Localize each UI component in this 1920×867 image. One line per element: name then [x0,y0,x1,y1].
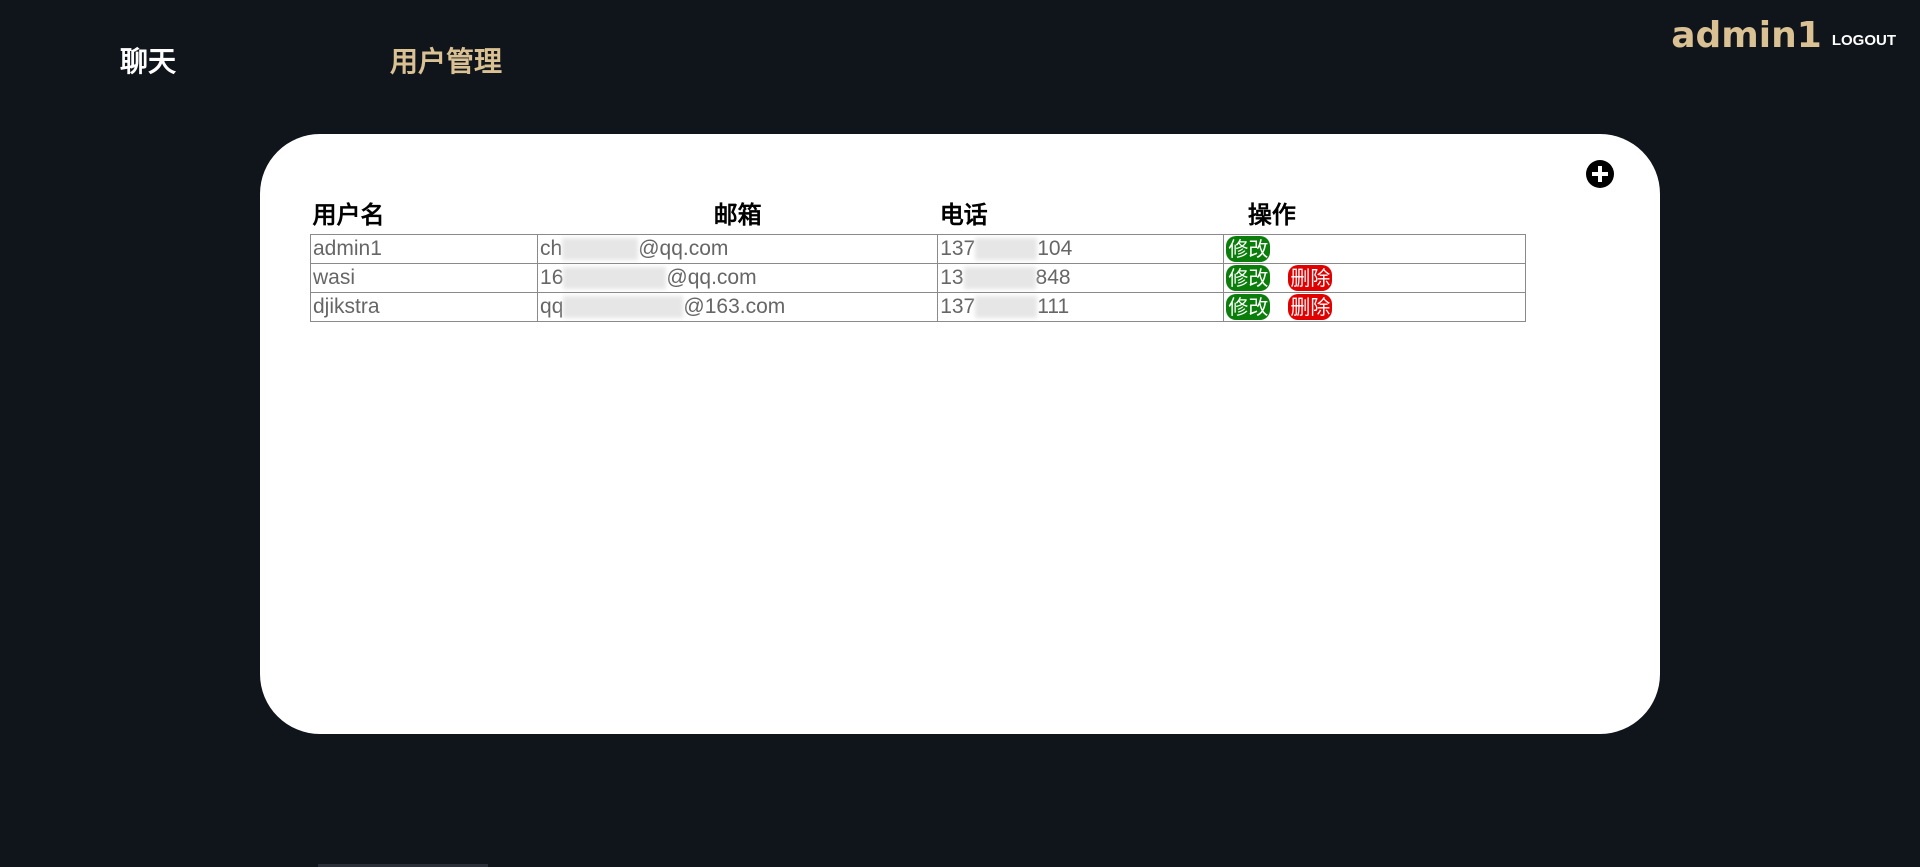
redacted-blur [563,296,684,319]
logout-button[interactable]: LOGOUT [1832,32,1896,49]
phone-prefix: 137 [940,237,976,260]
table-row: admin1 ch @qq.com 137 104 修改 [309,234,1526,264]
user-area: admin1 LOGOUT [1671,14,1896,58]
delete-button[interactable]: 删除 [1288,294,1333,320]
nav-user-management-link[interactable]: 用户管理 [390,42,502,82]
table-row: wasi 16 @qq.com 13 848 修改 删除 [309,263,1526,293]
cell-email: 16 @qq.com [537,263,939,293]
phone-prefix: 137 [940,295,976,318]
phone-suffix: 111 [1037,295,1070,318]
top-navigation: 聊天 用户管理 admin1 LOGOUT [0,0,1920,120]
users-table: 用户名 邮箱 电话 操作 admin1 ch @qq.com 137 104 修改 … [309,190,1526,322]
cell-username: admin1 [309,234,539,264]
phone-suffix: 848 [1035,266,1071,289]
email-suffix: @qq.com [666,266,757,289]
email-prefix: qq [540,295,564,318]
phone-prefix: 13 [940,266,964,289]
cell-email: qq @163.com [537,292,939,322]
header-email: 邮箱 [713,201,762,229]
cell-actions: 修改 [1223,234,1526,264]
add-user-button[interactable] [1586,160,1614,188]
delete-button[interactable]: 删除 [1288,265,1333,291]
redacted-blur [562,238,639,261]
email-prefix: 16 [540,266,564,289]
email-prefix: ch [540,237,563,260]
current-username: admin1 [1671,15,1822,56]
redacted-blur [975,296,1038,319]
cell-username: djikstra [309,292,539,322]
redacted-blur [975,238,1038,261]
table-header-row: 用户名 邮箱 电话 操作 [311,190,1526,235]
cell-phone: 137 104 [937,234,1225,264]
cell-phone: 137 111 [937,292,1225,322]
header-actions: 操作 [1247,201,1296,229]
cell-actions: 修改 删除 [1223,292,1526,322]
cell-email: ch @qq.com [537,234,939,264]
edit-button[interactable]: 修改 [1226,265,1271,291]
redacted-blur [963,267,1036,290]
email-suffix: @qq.com [638,237,729,260]
edit-button[interactable]: 修改 [1226,236,1271,262]
header-username: 用户名 [312,201,385,229]
header-phone: 电话 [939,201,988,229]
phone-suffix: 104 [1037,237,1073,260]
email-suffix: @163.com [683,295,786,318]
edit-button[interactable]: 修改 [1226,294,1271,320]
cell-actions: 修改 删除 [1223,263,1526,293]
cell-phone: 13 848 [937,263,1225,293]
table-row: djikstra qq @163.com 137 111 修改 删除 [309,292,1526,322]
cell-username: wasi [309,263,539,293]
redacted-blur [563,267,667,290]
user-management-card: 用户名 邮箱 电话 操作 admin1 ch @qq.com 137 104 修改 … [260,134,1660,734]
nav-chat-link[interactable]: 聊天 [120,42,176,82]
